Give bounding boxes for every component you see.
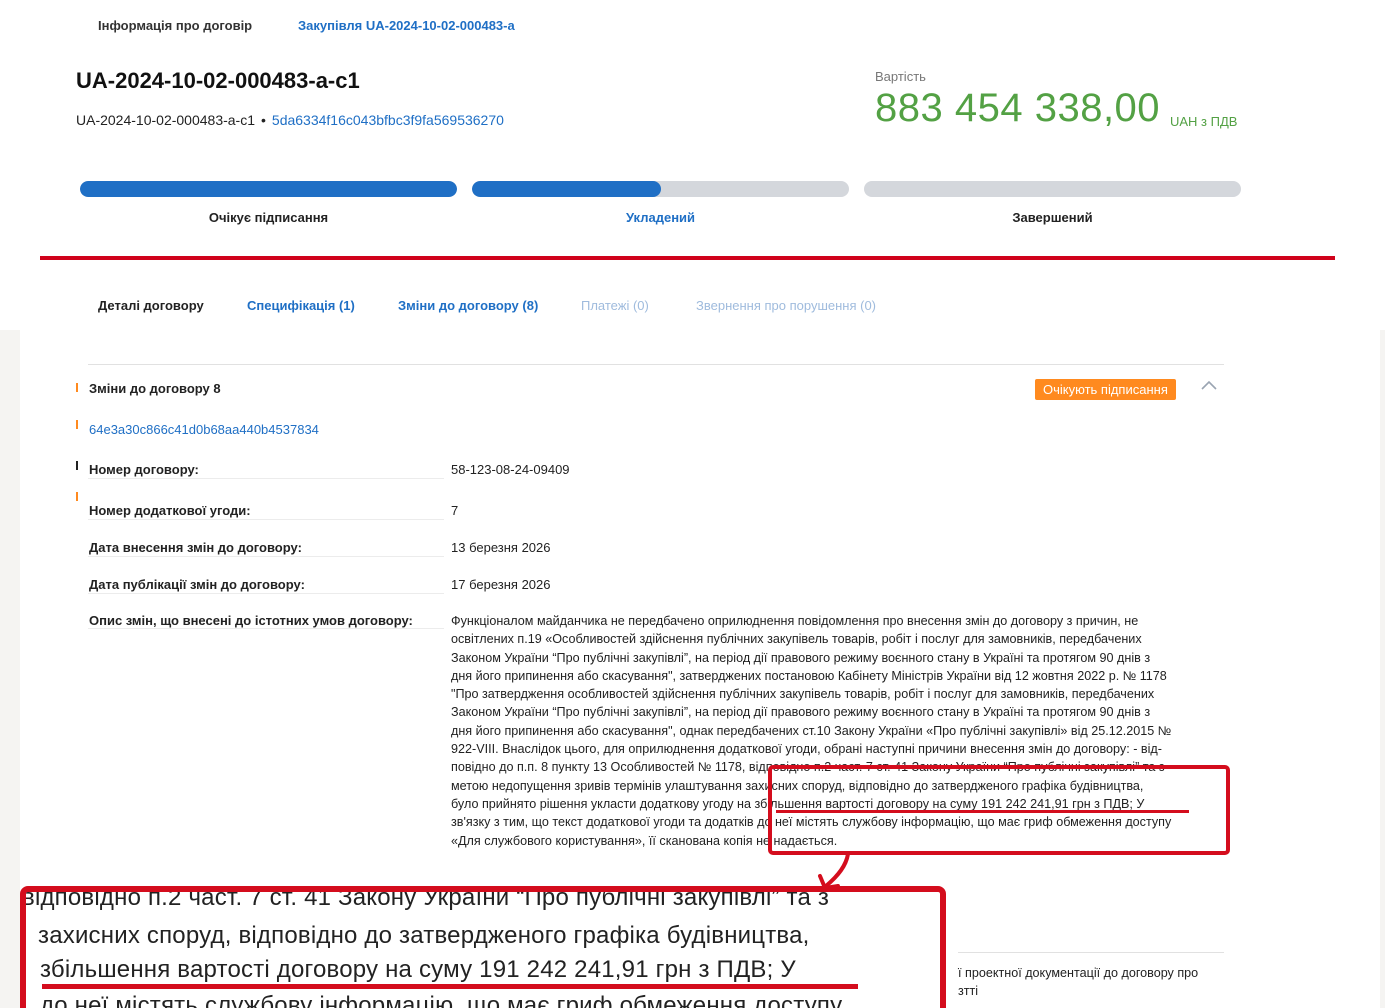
change-section-title: Зміни до договору 8	[89, 381, 221, 396]
breadcrumb-procurement-link[interactable]: Закупівля UA-2024-10-02-000483-a	[298, 18, 515, 33]
change-description-label: Опис змін, що внесені до істотних умов д…	[89, 613, 413, 628]
description-line: "Про затвердження особливостей здійсненн…	[451, 687, 1155, 702]
addendum-number-label: Номер додаткової угоди:	[89, 503, 251, 518]
annotation-red-line	[40, 256, 1335, 260]
side-marker	[76, 461, 78, 470]
description-line: дня його припинення або скасування", зат…	[451, 668, 1167, 683]
description-line: освітлених п.19 «Особливостей здійснення…	[451, 632, 1142, 647]
annotation-underline	[42, 984, 858, 989]
change-id-link[interactable]: 64e3a30c866c41d0b68aa440b4537834	[89, 422, 319, 437]
cost-label: Вартість	[875, 69, 926, 84]
progress-fill	[80, 181, 457, 197]
zoom-line: захисних споруд, відповідно до затвердже…	[38, 922, 810, 949]
background-text-snippet: ї проектної документації до договору про…	[958, 964, 1198, 1001]
contract-number-value: 58-123-08-24-09409	[451, 462, 570, 477]
cost-value: 883 454 338,00	[875, 86, 1161, 130]
description-line: Законом України “Про публічні закупівлі”…	[451, 650, 1151, 665]
step-label-awaiting-signature: Очікує підписання	[208, 210, 329, 225]
change-date-label: Дата внесення змін до договору:	[89, 540, 302, 555]
step-label-concluded: Укладений	[625, 210, 696, 225]
tab-specification[interactable]: Специфікація (1)	[247, 287, 355, 325]
progress-track-completed	[864, 181, 1241, 197]
status-badge: Очікують підписання	[1035, 379, 1176, 400]
zoomed-excerpt-panel: відповідно п.2 част. 7 ст. 41 Закону Укр…	[20, 886, 946, 1008]
progress-track-concluded	[472, 181, 849, 197]
addendum-number-value: 7	[451, 503, 459, 518]
snippet-line: ї проектної документації до договору про	[958, 966, 1199, 980]
zoom-line: збільшення вартості договору на суму 191…	[40, 956, 796, 983]
row-divider	[88, 478, 444, 479]
change-date-value: 13 березня 2026	[451, 540, 551, 555]
tab-complaints[interactable]: Звернення про порушення (0)	[696, 287, 876, 325]
tab-contract-details[interactable]: Деталі договору	[76, 287, 226, 325]
annotation-underline	[776, 810, 1189, 813]
zoom-line: відповідно п.2 част. 7 ст. 41 Закону Укр…	[22, 886, 830, 911]
description-line: дня його припинення або скасування", одн…	[451, 723, 1172, 738]
section-divider	[958, 952, 1224, 953]
separator-dot: •	[261, 112, 266, 128]
section-divider	[88, 364, 1224, 365]
contract-header	[0, 0, 1385, 330]
row-divider	[88, 556, 444, 557]
snippet-line: зтті	[958, 984, 979, 999]
contract-number-label: Номер договору:	[89, 462, 199, 477]
tab-payments[interactable]: Платежі (0)	[581, 287, 649, 325]
cost-unit: UAH з ПДВ	[1170, 114, 1238, 129]
description-line: 922-VIII. Внаслідок цього, для оприлюдне…	[451, 742, 1162, 757]
publication-date-value: 17 березня 2026	[451, 577, 551, 592]
zoom-line: до неї містять службову інформацію, що м…	[40, 992, 843, 1008]
description-line: Функціоналом майданчика не передбачено о…	[451, 614, 1139, 628]
row-divider	[88, 519, 444, 520]
progress-track-awaiting-signature	[80, 181, 457, 197]
chevron-up-icon[interactable]	[1200, 378, 1218, 392]
contract-hash-link[interactable]: 5da6334f16c043bfbc3f9fa569536270	[272, 112, 504, 128]
side-marker	[76, 383, 78, 392]
contract-identifiers: UA-2024-10-02-000483-a-c1 • 5da6334f16c043…	[76, 112, 504, 128]
page-title: UA-2024-10-02-000483-a-c1	[76, 68, 360, 93]
step-label-completed: Завершений	[1012, 210, 1093, 225]
row-divider	[88, 593, 444, 594]
row-divider	[88, 628, 444, 629]
breadcrumb-contract-info[interactable]: Інформація про договір	[98, 18, 252, 33]
publication-date-label: Дата публікації змін до договору:	[89, 577, 305, 592]
progress-fill	[472, 181, 661, 197]
side-marker	[76, 420, 78, 429]
description-line: Законом України “Про публічні закупівлі”…	[451, 705, 1151, 720]
side-marker	[76, 492, 78, 501]
tab-contract-changes[interactable]: Зміни до договору (8)	[398, 287, 538, 325]
contract-id: UA-2024-10-02-000483-a-c1	[76, 112, 255, 128]
